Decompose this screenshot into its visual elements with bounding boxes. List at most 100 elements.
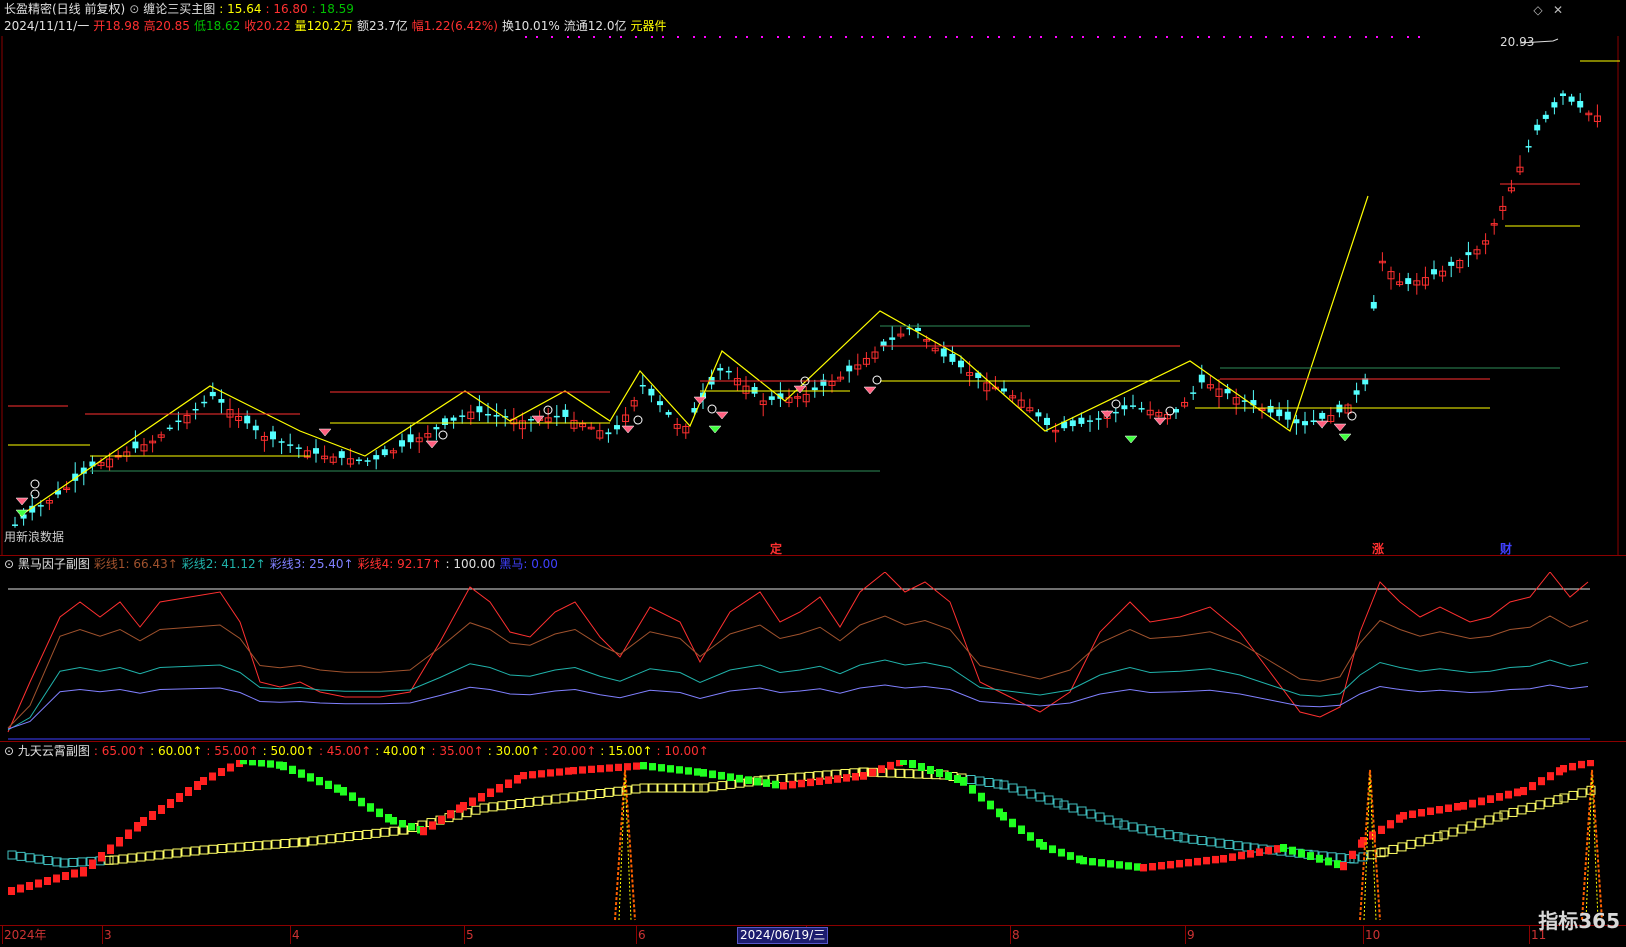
candle-body	[132, 441, 139, 449]
panel-divider	[0, 741, 1626, 742]
trend-block	[772, 780, 779, 789]
candle-body	[1431, 269, 1437, 275]
trend-block	[149, 811, 156, 820]
candle-body	[1568, 96, 1575, 102]
axis-tick	[1529, 926, 1530, 944]
top-dot-marker	[635, 36, 637, 38]
top-dot-marker	[914, 36, 916, 38]
trend-block	[736, 774, 743, 783]
candle-body	[1577, 100, 1584, 108]
candle-body	[1353, 390, 1360, 395]
trend-block	[615, 763, 622, 772]
top-dot-marker	[830, 36, 832, 38]
trend-block	[176, 793, 183, 802]
trend-block	[1460, 802, 1467, 810]
trend-block	[745, 776, 752, 784]
trend-block	[80, 867, 87, 877]
top-dot-marker	[609, 36, 611, 38]
candle-body	[1465, 252, 1472, 256]
sub1-title: ⊙ 黑马因子副图	[4, 557, 90, 571]
axis-label: 5	[466, 928, 474, 942]
candle-body	[1198, 374, 1205, 383]
axis-label: 9	[1187, 928, 1195, 942]
jiutian-chart[interactable]	[0, 760, 1626, 925]
candle-body	[1190, 392, 1197, 394]
trend-block	[316, 777, 323, 786]
trend-block	[240, 760, 247, 765]
candle-body	[1542, 114, 1549, 119]
top-dot-marker	[677, 36, 679, 38]
price-high-label: 20.93	[1500, 35, 1535, 49]
trend-block	[1238, 851, 1245, 860]
trend-block	[258, 760, 265, 767]
trend-block	[1134, 863, 1141, 871]
trend-block	[1587, 760, 1594, 767]
trend-block	[1378, 825, 1385, 834]
top-dot-marker	[1197, 36, 1199, 38]
candle-body	[493, 415, 500, 417]
top-dot-marker	[903, 36, 905, 38]
trend-block	[140, 817, 147, 826]
top-dot-marker	[620, 36, 622, 38]
trend-block	[1229, 853, 1236, 861]
title-bar: 长盈精密(日线 前复权) ⊙ 缠论三买主图: 15.64: 16.80: 18.59	[4, 1, 358, 17]
trend-block	[1454, 803, 1461, 811]
candle-body	[725, 370, 732, 373]
top-dot-marker	[593, 36, 595, 38]
axis-tick	[1010, 926, 1011, 944]
trend-block	[807, 778, 814, 787]
trend-block	[579, 766, 586, 774]
top-dot-marker	[1029, 36, 1031, 38]
trend-block	[399, 820, 406, 828]
top-dot-marker	[803, 36, 805, 38]
header.quote_line-item: 收20.22	[244, 19, 291, 33]
candle-body	[1044, 417, 1050, 425]
trend-block	[1080, 857, 1087, 865]
prev-icon[interactable]: ◇	[1530, 2, 1546, 18]
top-dot-marker	[1239, 36, 1241, 38]
trend-block	[1185, 858, 1192, 867]
close-icon[interactable]: ✕	[1550, 2, 1566, 18]
top-dot-marker	[567, 36, 569, 38]
trend-block	[478, 793, 485, 802]
trend-block	[89, 859, 96, 869]
candle-body	[1069, 420, 1076, 427]
top-dot-marker	[704, 36, 706, 38]
trend-block	[529, 771, 536, 779]
main-candlestick-chart[interactable]	[0, 36, 1626, 556]
trend-block	[1176, 859, 1183, 868]
trend-block	[1418, 809, 1425, 817]
trend-block	[954, 775, 961, 783]
candle-body	[373, 455, 380, 460]
trend-block	[349, 792, 356, 801]
axis-divider	[0, 925, 1626, 926]
candle-body	[364, 460, 371, 462]
trend-block	[789, 780, 796, 789]
top-dot-marker	[1391, 36, 1393, 38]
top-dot-marker	[1323, 36, 1325, 38]
axis-tick	[636, 926, 637, 944]
trend-block	[376, 808, 383, 818]
top-dot-marker	[735, 36, 737, 38]
candle-body	[459, 415, 466, 417]
sub2-title: ⊙ 九天云霄副图	[4, 744, 90, 758]
candle-body	[562, 409, 569, 417]
top-dot-marker	[1113, 36, 1115, 38]
candle-body	[1284, 411, 1291, 420]
trend-block	[556, 768, 563, 776]
candle-body	[1560, 93, 1566, 96]
trend-block	[1478, 797, 1485, 806]
candle-body	[278, 441, 285, 443]
header.title_line-item: 缠论三买主图	[143, 2, 216, 16]
top-dot-marker	[1155, 36, 1157, 38]
candle-body	[356, 459, 362, 462]
heima-factor-chart[interactable]	[0, 572, 1626, 742]
header.quote_line-item: 换10.01%	[501, 19, 560, 33]
trend-block	[209, 772, 216, 781]
trend-block	[606, 764, 613, 772]
trend-block	[649, 763, 656, 771]
axis-label: 6	[638, 928, 646, 942]
candle-body	[12, 524, 18, 526]
header.title_line-item: : 15.64	[219, 2, 262, 16]
candle-body	[407, 434, 414, 443]
